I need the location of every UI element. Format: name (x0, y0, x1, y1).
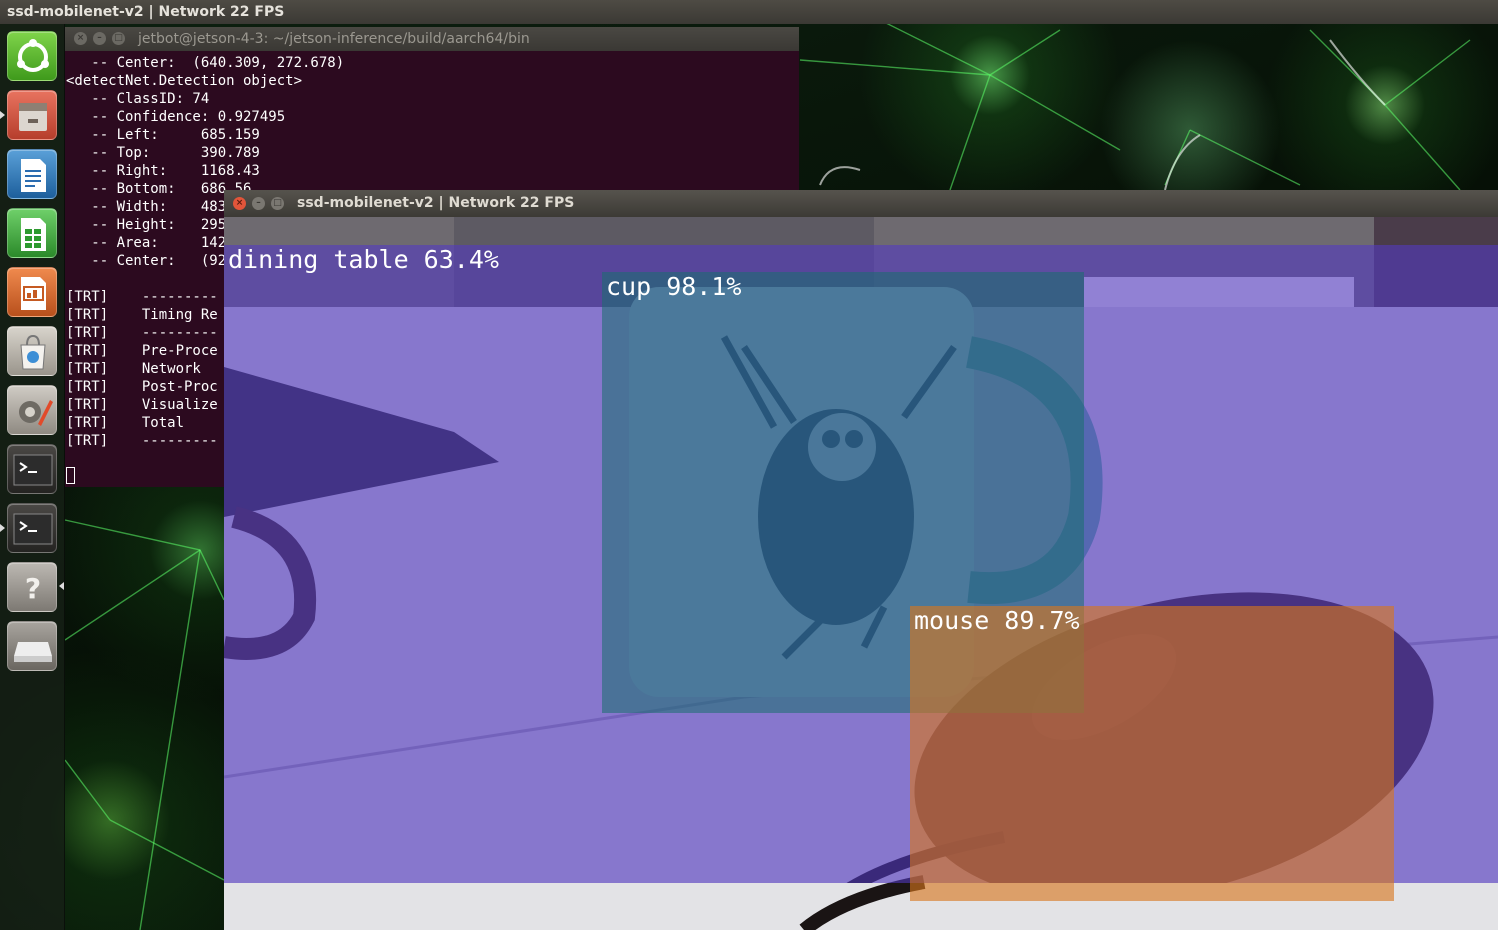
terminal-cursor (66, 467, 75, 484)
minimize-icon[interactable]: – (93, 32, 106, 45)
files-icon[interactable] (7, 90, 57, 140)
terminal-line: <detectNet.Detection object> (66, 73, 303, 89)
launcher: ? (0, 24, 65, 930)
terminal-line: -- Center: (640.309, 272.678) (66, 55, 345, 71)
maximize-icon[interactable]: □ (271, 197, 284, 210)
terminal-icon[interactable] (7, 444, 57, 494)
terminal-line: -- Left: 685.159 (66, 127, 260, 143)
active-window-title: ssd-mobilenet-v2 | Network 22 FPS (7, 4, 285, 20)
detection-label-dining-table: dining table 63.4% (228, 245, 499, 274)
terminal-line: -- Confidence: 0.927495 (66, 109, 286, 125)
top-panel: ssd-mobilenet-v2 | Network 22 FPS (0, 0, 1498, 24)
system-settings-icon[interactable] (7, 385, 57, 435)
terminal-title: jetbot@jetson-4-3: ~/jetson-inference/bu… (138, 31, 530, 47)
libreoffice-calc-icon[interactable] (7, 208, 57, 258)
svg-text:?: ? (25, 572, 41, 605)
close-icon[interactable]: × (233, 197, 246, 210)
removable-drive-icon[interactable] (7, 621, 57, 671)
help-icon[interactable]: ? (7, 562, 57, 612)
terminal-line: -- ClassID: 74 (66, 91, 210, 107)
terminal-line: -- Right: 1168.43 (66, 163, 260, 179)
terminal-icon[interactable] (7, 503, 57, 553)
terminal-titlebar[interactable]: × – □ jetbot@jetson-4-3: ~/jetson-infere… (65, 27, 799, 51)
ubuntu-dash-icon[interactable] (7, 31, 57, 81)
detection-box-mouse (910, 606, 1394, 901)
libreoffice-impress-icon[interactable] (7, 267, 57, 317)
detection-label-mouse: mouse 89.7% (914, 606, 1080, 635)
detection-label-cup: cup 98.1% (606, 272, 742, 301)
detection-window[interactable]: × – □ ssd-mobilenet-v2 | Network 22 FPS (224, 190, 1498, 930)
detection-window-titlebar[interactable]: × – □ ssd-mobilenet-v2 | Network 22 FPS (224, 190, 1498, 217)
close-icon[interactable]: × (74, 32, 87, 45)
minimize-icon[interactable]: – (252, 197, 265, 210)
software-center-icon[interactable] (7, 326, 57, 376)
maximize-icon[interactable]: □ (112, 32, 125, 45)
camera-feed: dining table 63.4% cup 98.1% mouse 89.7% (224, 217, 1498, 930)
libreoffice-writer-icon[interactable] (7, 149, 57, 199)
detection-window-title: ssd-mobilenet-v2 | Network 22 FPS (297, 195, 575, 211)
terminal-line: -- Top: 390.789 (66, 145, 260, 161)
